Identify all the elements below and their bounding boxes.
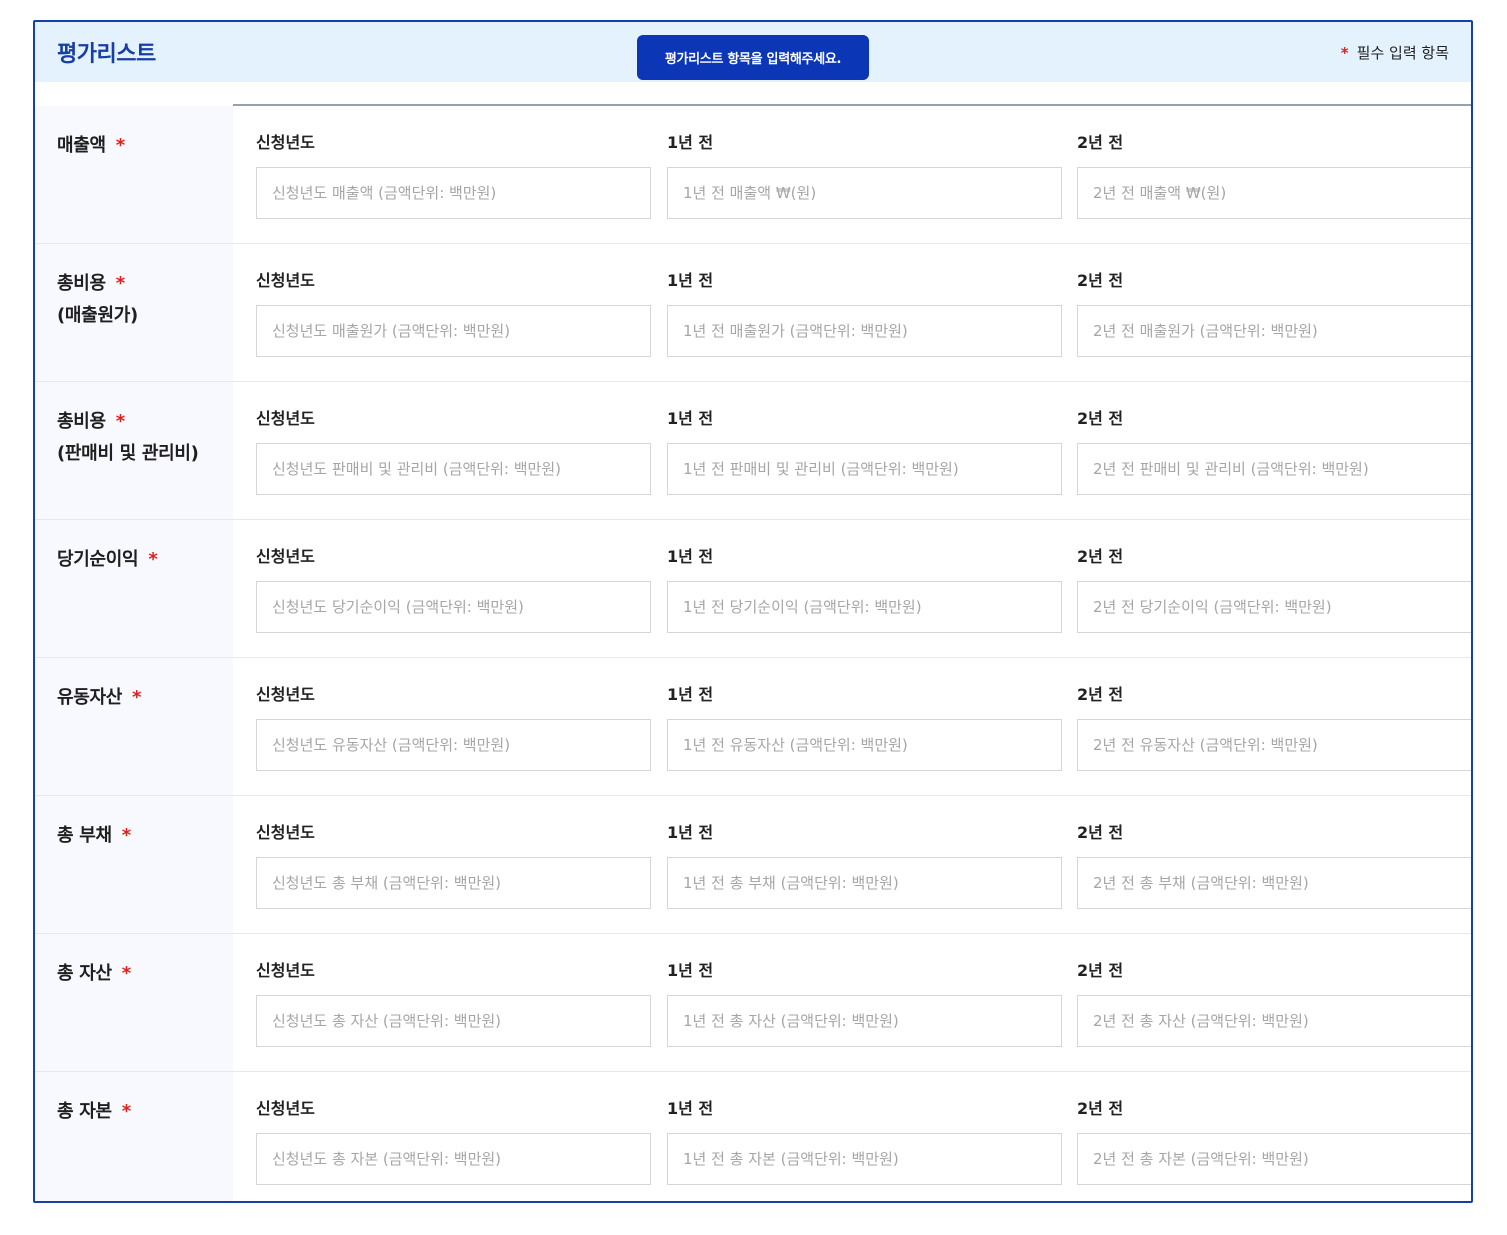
required-star-icon: * xyxy=(132,687,142,708)
col-head-current: 신청년도 xyxy=(256,1099,315,1118)
col-head-current: 신청년도 xyxy=(256,133,315,152)
evaluation-list-panel: 평가리스트 평가리스트 항목을 입력해주세요. * 필수 입력 항목 매출액 * … xyxy=(33,20,1473,1203)
sga-current-input[interactable] xyxy=(256,443,651,495)
required-field-note: * 필수 입력 항목 xyxy=(1341,42,1449,63)
net-income-current-input[interactable] xyxy=(256,581,651,633)
input-hint-tooltip: 평가리스트 항목을 입력해주세요. xyxy=(637,35,869,80)
col-head-prev1: 1년 전 xyxy=(667,547,714,566)
row-label: 매출액 * xyxy=(35,106,233,243)
col-head-prev1: 1년 전 xyxy=(667,961,714,980)
row-label-sub: (판매비 및 관리비) xyxy=(57,443,199,464)
sga-prev2-input[interactable] xyxy=(1077,443,1471,495)
liabilities-current-input[interactable] xyxy=(256,857,651,909)
row-label-text: 총 자산 xyxy=(57,963,112,984)
col-head-current: 신청년도 xyxy=(256,961,315,980)
required-star-icon: * xyxy=(121,1101,131,1122)
eval-row-total-assets: 총 자산 * 신청년도 1년 전 2년 전 xyxy=(35,933,1471,1071)
eval-row-cogs: 총비용 * (매출원가) 신청년도 1년 전 2년 전 xyxy=(35,243,1471,381)
row-label-text: 유동자산 xyxy=(57,687,123,708)
col-head-current: 신청년도 xyxy=(256,685,315,704)
row-label-text: 총 자본 xyxy=(57,1101,112,1122)
row-label-text: 당기순이익 xyxy=(57,549,139,570)
required-star-icon: * xyxy=(1340,43,1349,62)
row-label: 당기순이익 * xyxy=(35,520,233,657)
col-head-prev2: 2년 전 xyxy=(1077,823,1124,842)
required-star-icon: * xyxy=(121,825,131,846)
row-label-text: 매출액 xyxy=(57,135,106,156)
col-head-current: 신청년도 xyxy=(256,409,315,428)
eval-row-net-income: 당기순이익 * 신청년도 1년 전 2년 전 xyxy=(35,519,1471,657)
required-star-icon: * xyxy=(121,963,131,984)
liabilities-prev2-input[interactable] xyxy=(1077,857,1471,909)
cogs-current-input[interactable] xyxy=(256,305,651,357)
col-head-prev1: 1년 전 xyxy=(667,1099,714,1118)
required-star-icon: * xyxy=(115,135,125,156)
net-income-prev1-input[interactable] xyxy=(667,581,1062,633)
eval-row-current-assets: 유동자산 * 신청년도 1년 전 2년 전 xyxy=(35,657,1471,795)
eval-row-total-liabilities: 총 부채 * 신청년도 1년 전 2년 전 xyxy=(35,795,1471,933)
evaluation-grid: 매출액 * 신청년도 1년 전 2년 전 총비용 * (매출원가) 신청년도 1년 … xyxy=(35,104,1471,1201)
row-label-sub: (매출원가) xyxy=(57,305,138,326)
row-label: 총비용 * (매출원가) xyxy=(35,244,233,381)
eval-row-sales: 매출액 * 신청년도 1년 전 2년 전 xyxy=(35,104,1471,243)
row-label-text: 총비용 xyxy=(57,411,106,432)
required-star-icon: * xyxy=(148,549,158,570)
col-head-current: 신청년도 xyxy=(256,547,315,566)
equity-prev1-input[interactable] xyxy=(667,1133,1062,1185)
sga-prev1-input[interactable] xyxy=(667,443,1062,495)
required-star-icon: * xyxy=(115,273,125,294)
col-head-prev2: 2년 전 xyxy=(1077,685,1124,704)
eval-row-sga: 총비용 * (판매비 및 관리비) 신청년도 1년 전 2년 전 xyxy=(35,381,1471,519)
equity-current-input[interactable] xyxy=(256,1133,651,1185)
col-head-prev2: 2년 전 xyxy=(1077,409,1124,428)
col-head-prev1: 1년 전 xyxy=(667,823,714,842)
header-spacer xyxy=(35,82,1471,104)
panel-title: 평가리스트 xyxy=(57,42,156,67)
required-note-text: 필수 입력 항목 xyxy=(1356,44,1449,62)
row-label-text: 총비용 xyxy=(57,273,106,294)
col-head-current: 신청년도 xyxy=(256,823,315,842)
liabilities-prev1-input[interactable] xyxy=(667,857,1062,909)
col-head-prev2: 2년 전 xyxy=(1077,961,1124,980)
col-head-prev1: 1년 전 xyxy=(667,685,714,704)
row-label: 유동자산 * xyxy=(35,658,233,795)
col-head-prev2: 2년 전 xyxy=(1077,547,1124,566)
col-head-prev1: 1년 전 xyxy=(667,271,714,290)
eval-row-total-equity: 총 자본 * 신청년도 1년 전 2년 전 xyxy=(35,1071,1471,1201)
sales-prev2-input[interactable] xyxy=(1077,167,1471,219)
panel-header: 평가리스트 평가리스트 항목을 입력해주세요. * 필수 입력 항목 xyxy=(35,22,1471,82)
equity-prev2-input[interactable] xyxy=(1077,1133,1471,1185)
row-label-text: 총 부채 xyxy=(57,825,112,846)
col-head-prev1: 1년 전 xyxy=(667,409,714,428)
sales-current-input[interactable] xyxy=(256,167,651,219)
required-star-icon: * xyxy=(115,411,125,432)
col-head-prev2: 2년 전 xyxy=(1077,133,1124,152)
current-assets-current-input[interactable] xyxy=(256,719,651,771)
net-income-prev2-input[interactable] xyxy=(1077,581,1471,633)
col-head-prev2: 2년 전 xyxy=(1077,271,1124,290)
assets-current-input[interactable] xyxy=(256,995,651,1047)
cogs-prev2-input[interactable] xyxy=(1077,305,1471,357)
row-label: 총 부채 * xyxy=(35,796,233,933)
row-label: 총 자산 * xyxy=(35,934,233,1071)
row-label: 총 자본 * xyxy=(35,1072,233,1201)
assets-prev1-input[interactable] xyxy=(667,995,1062,1047)
cogs-prev1-input[interactable] xyxy=(667,305,1062,357)
col-head-current: 신청년도 xyxy=(256,271,315,290)
current-assets-prev1-input[interactable] xyxy=(667,719,1062,771)
col-head-prev2: 2년 전 xyxy=(1077,1099,1124,1118)
sales-prev1-input[interactable] xyxy=(667,167,1062,219)
current-assets-prev2-input[interactable] xyxy=(1077,719,1471,771)
assets-prev2-input[interactable] xyxy=(1077,995,1471,1047)
col-head-prev1: 1년 전 xyxy=(667,133,714,152)
row-label: 총비용 * (판매비 및 관리비) xyxy=(35,382,233,519)
